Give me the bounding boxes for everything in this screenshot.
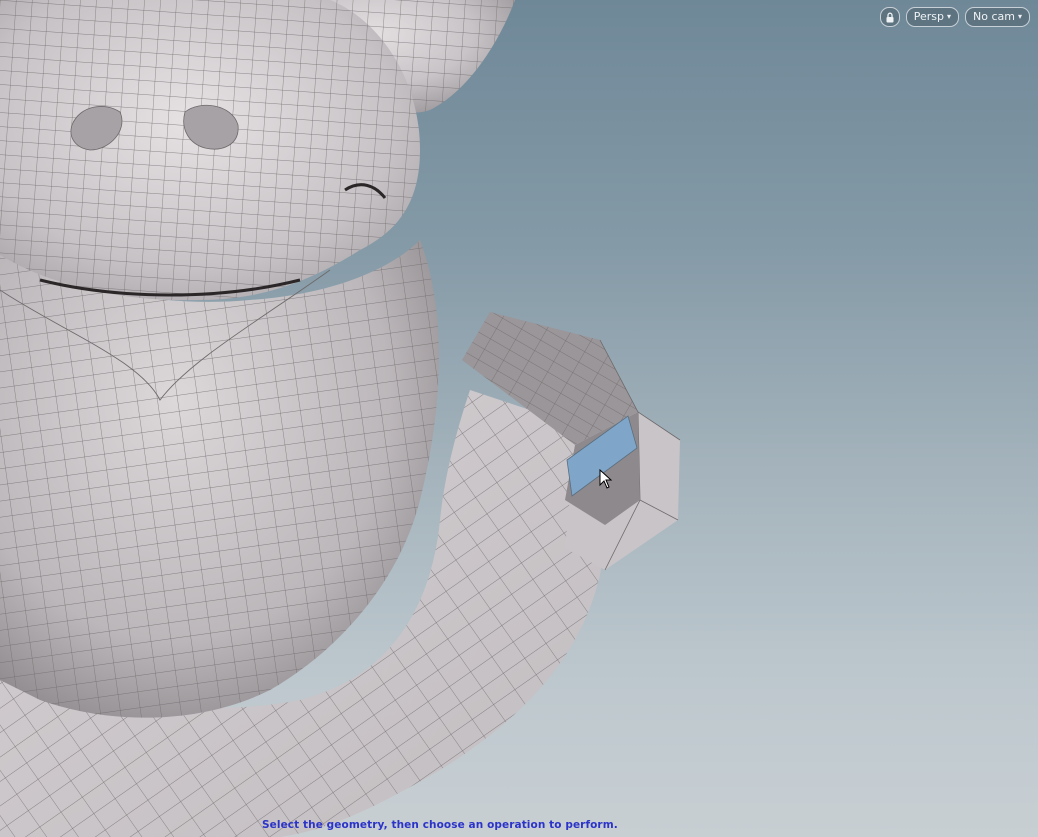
lock-icon [886,12,894,22]
3d-viewport[interactable]: Persp ▾ No cam ▾ Select the geometry, th… [0,0,1038,837]
camera-menu-button[interactable]: No cam ▾ [965,7,1030,27]
snout-mesh[interactable] [0,0,420,301]
status-prompt: Select the geometry, then choose an oper… [262,819,618,831]
caret-down-icon: ▾ [1017,12,1022,21]
lock-button[interactable] [879,7,900,27]
head-mesh[interactable] [0,230,439,718]
view-menu-label: Persp [913,10,944,23]
mesh-scene[interactable] [0,0,1038,837]
camera-menu-label: No cam [973,10,1015,23]
view-menu-button[interactable]: Persp ▾ [905,7,960,27]
caret-down-icon: ▾ [947,12,952,21]
viewport-toolbar: Persp ▾ No cam ▾ [879,7,1030,27]
mouse-cursor-icon [599,469,613,489]
